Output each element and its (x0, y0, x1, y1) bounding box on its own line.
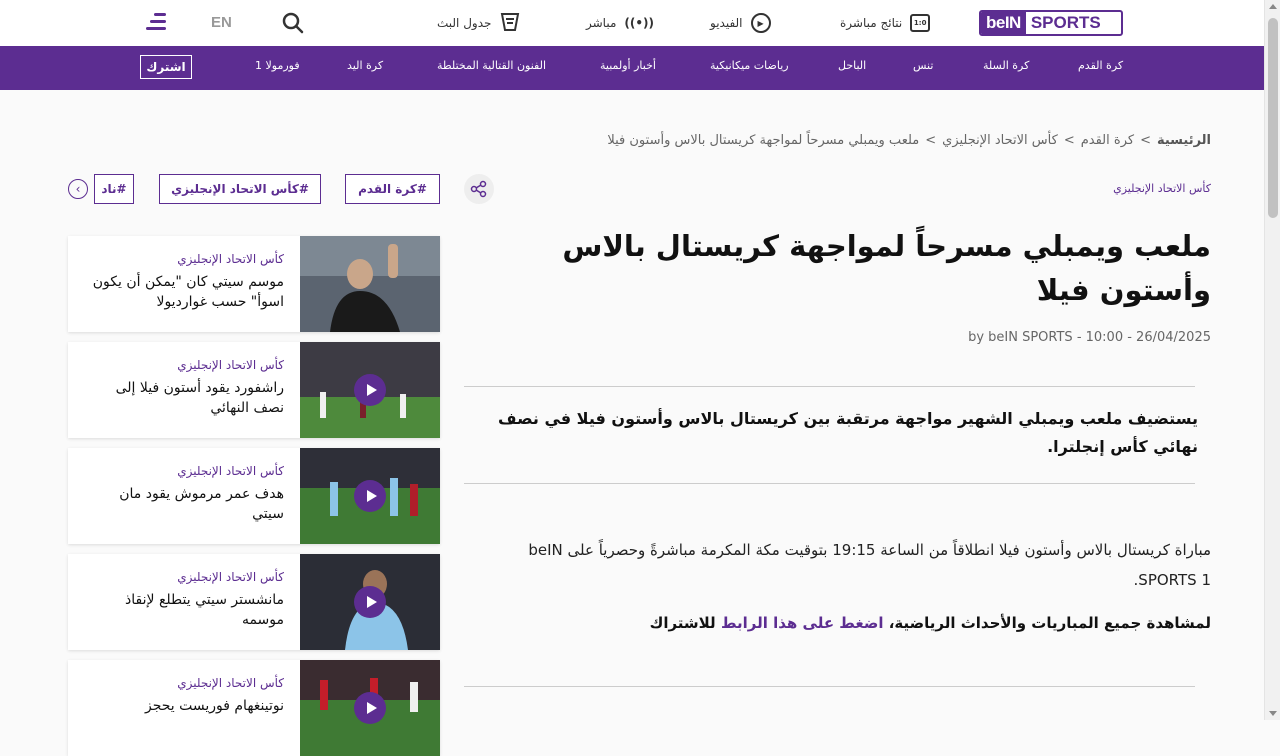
article-byline: by beIN SPORTS - 10:00 - 26/04/2025 (968, 330, 1211, 345)
card-category: كأس الاتحاد الإنجليزي (177, 570, 284, 584)
related-article-card[interactable]: كأس الاتحاد الإنجليزي نوتينغهام فوريست ي… (68, 660, 440, 756)
breadcrumb-fa-cup[interactable]: كأس الاتحاد الإنجليزي (942, 133, 1058, 148)
article-lead: يستضيف ملعب ويمبلي الشهير مواجهة مرتقبة … (498, 409, 1198, 456)
video-thumbnail (300, 342, 440, 438)
card-title: نوتينغهام فوريست يحجز (144, 698, 284, 714)
play-icon[interactable] (354, 586, 386, 618)
breadcrumb-separator: > (1140, 133, 1151, 148)
nav-item-football[interactable]: كرة القدم (1078, 59, 1123, 72)
card-title: موسم سيتي كان "يمكن أن يكون اسوأ" حسب غو… (92, 274, 284, 310)
tags-scroll-left-icon[interactable]: ‹ (68, 179, 88, 199)
breadcrumb-football[interactable]: كرة القدم (1081, 133, 1134, 148)
article-paragraph: مباراة كريستال بالاس وأستون فيلا انطلاقا… (528, 541, 1211, 589)
search-icon[interactable] (282, 12, 304, 34)
play-icon[interactable] (354, 374, 386, 406)
logo-sports-text: SPORTS (1030, 13, 1101, 32)
live-results-label: نتائج مباشرة (840, 16, 903, 30)
tag-club[interactable]: #ناد (94, 174, 134, 204)
cta-prefix: لمشاهدة جميع المباريات والأحداث الرياضية… (888, 614, 1211, 632)
card-title: مانشستر سيتي يتطلع لإنقاذ موسمه (125, 592, 284, 628)
subscribe-link[interactable]: اضغط على هذا الرابط (721, 614, 884, 632)
article-category[interactable]: كأس الاتحاد الإنجليزي (1113, 182, 1211, 195)
card-category: كأس الاتحاد الإنجليزي (177, 358, 284, 372)
nav-item-formula1[interactable]: فورمولا 1 (255, 59, 300, 72)
nav-item-tennis[interactable]: تنس (913, 59, 933, 72)
related-article-card[interactable]: كأس الاتحاد الإنجليزي مانشستر سيتي يتطلع… (68, 554, 440, 650)
scoreboard-icon: 1:0 (910, 14, 931, 32)
video-label: الفيديو (710, 16, 743, 30)
video-thumbnail (300, 448, 440, 544)
breadcrumb-separator: > (925, 133, 937, 148)
scroll-up-icon[interactable] (1269, 4, 1277, 9)
related-article-card[interactable]: كأس الاتحاد الإنجليزي موسم سيتي كان "يمك… (68, 236, 440, 332)
video-thumbnail (300, 660, 440, 756)
card-category: كأس الاتحاد الإنجليزي (177, 252, 284, 266)
related-article-card[interactable]: كأس الاتحاد الإنجليزي هدف عمر مرموش يقود… (68, 448, 440, 544)
related-article-card[interactable]: كأس الاتحاد الإنجليزي راشفورد يقود أستون… (68, 342, 440, 438)
cta-suffix: للاشتراك (649, 614, 716, 632)
nav-item-padel[interactable]: الباحل (838, 59, 866, 72)
logo-bein-text: beIN (981, 12, 1026, 34)
scrollbar-thumb[interactable] (1268, 18, 1278, 218)
video-link[interactable]: ▶ الفيديو (710, 12, 771, 34)
nav-item-basketball[interactable]: كرة السلة (983, 59, 1029, 72)
divider (464, 686, 1195, 687)
play-circle-icon: ▶ (750, 13, 771, 33)
bein-sports-logo[interactable]: beIN SPORTS (979, 10, 1123, 36)
breadcrumb-current: ملعب ويمبلي مسرحاً لمواجهة كريستال بالاس… (607, 133, 920, 148)
card-title: راشفورد يقود أستون فيلا إلى نصف النهائي (115, 380, 284, 416)
article-thumbnail (300, 236, 440, 332)
divider (464, 483, 1195, 484)
breadcrumb: الرئيسية > كرة القدم > كأس الاتحاد الإنجليزي… (607, 133, 1211, 148)
tag-football[interactable]: #كرة القدم (345, 174, 440, 204)
card-category: كأس الاتحاد الإنجليزي (177, 464, 284, 478)
menu-icon[interactable] (144, 12, 166, 32)
article-headline: ملعب ويمبلي مسرحاً لمواجهة كريستال بالاس… (562, 229, 1211, 307)
play-icon[interactable] (354, 480, 386, 512)
nav-item-handball[interactable]: كرة اليد (347, 59, 383, 72)
language-switch[interactable]: EN (211, 14, 232, 31)
video-thumbnail (300, 554, 440, 650)
card-category: كأس الاتحاد الإنجليزي (177, 676, 284, 690)
live-label: مباشر (586, 16, 617, 30)
breadcrumb-separator: > (1063, 133, 1075, 148)
nav-item-olympics[interactable]: أخبار أولمبية (600, 59, 656, 72)
nav-item-mma[interactable]: الفنون القتالية المختلطة (437, 59, 546, 72)
live-results-link[interactable]: 1:0 نتائج مباشرة (840, 12, 931, 34)
live-link[interactable]: ((•)) مباشر (586, 12, 654, 34)
nav-item-motorsport[interactable]: رياضات ميكانيكية (710, 59, 789, 72)
schedule-icon (499, 11, 521, 36)
play-icon[interactable] (354, 692, 386, 724)
tag-fa-cup[interactable]: #كأس الاتحاد الإنجليزي (159, 174, 321, 204)
schedule-label: جدول البث (437, 16, 492, 30)
article-cta: لمشاهدة جميع المباريات والأحداث الرياضية… (491, 610, 1211, 636)
share-icon[interactable] (464, 174, 494, 204)
schedule-link[interactable]: جدول البث (437, 12, 521, 34)
scroll-down-icon[interactable] (1269, 711, 1277, 716)
subscribe-button[interactable]: اشترك (140, 55, 192, 79)
divider (464, 386, 1195, 387)
breadcrumb-home[interactable]: الرئيسية (1157, 133, 1211, 148)
card-title: هدف عمر مرموش يقود مان سيتي (119, 486, 284, 522)
page-scrollbar[interactable] (1264, 0, 1280, 720)
broadcast-icon: ((•)) (624, 16, 654, 30)
